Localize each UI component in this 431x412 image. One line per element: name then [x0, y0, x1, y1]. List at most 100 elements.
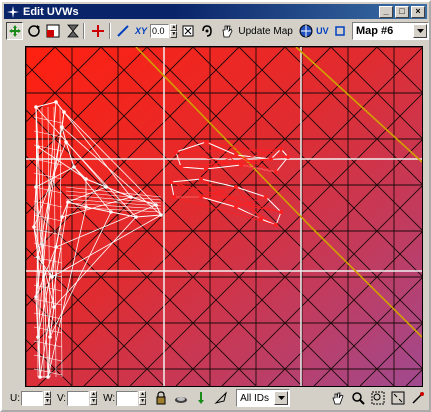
value-field[interactable]: 0.0: [150, 24, 170, 38]
minimize-button[interactable]: _: [379, 5, 393, 18]
mesh-vertex[interactable]: [104, 185, 108, 189]
selected-vertex[interactable]: [259, 217, 263, 221]
show-map-icon[interactable]: [298, 22, 315, 40]
mesh-vertex[interactable]: [84, 177, 88, 181]
soft-select-icon[interactable]: [172, 389, 190, 407]
move-icon[interactable]: [6, 22, 24, 40]
uv-canvas[interactable]: [26, 47, 422, 386]
mesh-vertex[interactable]: [154, 203, 158, 207]
snap-icon[interactable]: [179, 22, 196, 40]
selected-vertex[interactable]: [274, 223, 278, 227]
mesh-vertex[interactable]: [34, 105, 38, 109]
mesh-vertex[interactable]: [36, 255, 40, 259]
selected-vertex[interactable]: [179, 165, 183, 169]
weld-icon[interactable]: [199, 22, 216, 40]
zoom-extents-icon[interactable]: [389, 389, 407, 407]
mirror-icon[interactable]: [89, 22, 106, 40]
uv-viewport[interactable]: [25, 46, 423, 387]
spinner-down-icon[interactable]: ▼: [139, 398, 147, 405]
selected-vertex[interactable]: [264, 195, 268, 199]
selected-vertex[interactable]: [269, 157, 273, 161]
selected-vertex[interactable]: [199, 195, 203, 199]
selected-vertex[interactable]: [204, 140, 208, 144]
value-spinner[interactable]: ▲ ▼: [170, 24, 178, 38]
selected-vertex[interactable]: [286, 155, 290, 159]
title-bar[interactable]: Edit UVWs _ □ ×: [4, 4, 427, 19]
maximize-button[interactable]: □: [395, 5, 409, 18]
rotate-icon[interactable]: [25, 22, 42, 40]
selected-vertex[interactable]: [199, 177, 203, 181]
falloff-icon[interactable]: [192, 389, 210, 407]
w-field[interactable]: [116, 390, 139, 406]
scale-icon[interactable]: [45, 22, 62, 40]
mesh-vertex[interactable]: [46, 375, 50, 379]
mesh-vertex[interactable]: [159, 213, 163, 217]
spinner-down-icon[interactable]: ▼: [44, 398, 51, 405]
spinner-up-icon[interactable]: ▲: [44, 391, 51, 398]
selected-vertex[interactable]: [234, 205, 238, 209]
uv-toggle-icon[interactable]: UV: [316, 26, 329, 36]
zoom-region-icon[interactable]: [369, 389, 387, 407]
mesh-vertex[interactable]: [60, 215, 64, 219]
max-app-icon: [6, 5, 20, 19]
pan-hand-icon[interactable]: [329, 389, 347, 407]
selected-vertex[interactable]: [239, 163, 243, 167]
zoom-icon[interactable]: [349, 389, 367, 407]
selected-vertex[interactable]: [274, 170, 278, 174]
mesh-vertex[interactable]: [52, 305, 56, 309]
v-field[interactable]: [67, 390, 90, 406]
selected-vertex[interactable]: [169, 180, 173, 184]
chevron-down-icon[interactable]: [274, 391, 289, 405]
v-spinner[interactable]: ▲ ▼: [90, 391, 98, 405]
toolbar-separator: [83, 23, 86, 39]
selected-vertex[interactable]: [279, 210, 283, 214]
mesh-vertex[interactable]: [48, 335, 52, 339]
mesh-vertex[interactable]: [129, 195, 133, 199]
spinner-up-icon[interactable]: ▲: [170, 24, 178, 31]
selected-vertex[interactable]: [204, 167, 208, 171]
spinner-up-icon[interactable]: ▲: [90, 391, 98, 398]
spinner-down-icon[interactable]: ▼: [170, 31, 178, 38]
map-select[interactable]: Map #6: [352, 22, 430, 40]
mesh-vertex[interactable]: [50, 275, 54, 279]
mesh-vertex[interactable]: [64, 140, 68, 144]
mesh-vertex[interactable]: [32, 225, 36, 229]
selected-vertex[interactable]: [234, 153, 238, 157]
hand-icon[interactable]: [218, 22, 235, 40]
u-field[interactable]: [21, 390, 43, 406]
square-icon[interactable]: [332, 22, 349, 40]
u-spinner[interactable]: ▲ ▼: [44, 391, 51, 405]
mesh-vertex[interactable]: [134, 215, 138, 219]
mesh-vertex[interactable]: [72, 165, 76, 169]
selected-vertex[interactable]: [172, 195, 176, 199]
spinner-down-icon[interactable]: ▼: [90, 398, 98, 405]
pan-uv-icon[interactable]: [115, 22, 132, 40]
w-spinner[interactable]: ▲ ▼: [139, 391, 147, 405]
mesh-vertex[interactable]: [54, 100, 58, 104]
mesh-vertex[interactable]: [34, 295, 38, 299]
selected-vertex[interactable]: [279, 147, 283, 151]
mesh-vertex[interactable]: [36, 145, 40, 149]
freeform-icon[interactable]: [64, 22, 81, 40]
spinner-up-icon[interactable]: ▲: [139, 391, 147, 398]
mesh-vertex[interactable]: [36, 335, 40, 339]
selected-vertex[interactable]: [234, 185, 238, 189]
mesh-vertex[interactable]: [66, 200, 70, 204]
mesh-vertex[interactable]: [62, 110, 66, 114]
mesh-vertex[interactable]: [84, 205, 88, 209]
lock-icon[interactable]: [152, 389, 170, 407]
mesh-vertex[interactable]: [34, 185, 38, 189]
close-button[interactable]: ×: [411, 5, 425, 18]
w-label: W:: [103, 392, 116, 404]
mesh-vertex[interactable]: [54, 245, 58, 249]
selected-vertex[interactable]: [174, 150, 178, 154]
mesh-vertex[interactable]: [60, 125, 64, 129]
xy-toggle-icon[interactable]: XY: [135, 26, 147, 36]
mesh-vertex[interactable]: [109, 210, 113, 214]
update-map-button[interactable]: Update Map: [238, 26, 292, 37]
id-filter-select[interactable]: All IDs: [236, 389, 291, 407]
mesh-vertex[interactable]: [38, 375, 42, 379]
filter-selected-icon[interactable]: [409, 389, 427, 407]
chevron-down-icon[interactable]: [413, 24, 428, 38]
select-mode-icon[interactable]: [212, 389, 230, 407]
